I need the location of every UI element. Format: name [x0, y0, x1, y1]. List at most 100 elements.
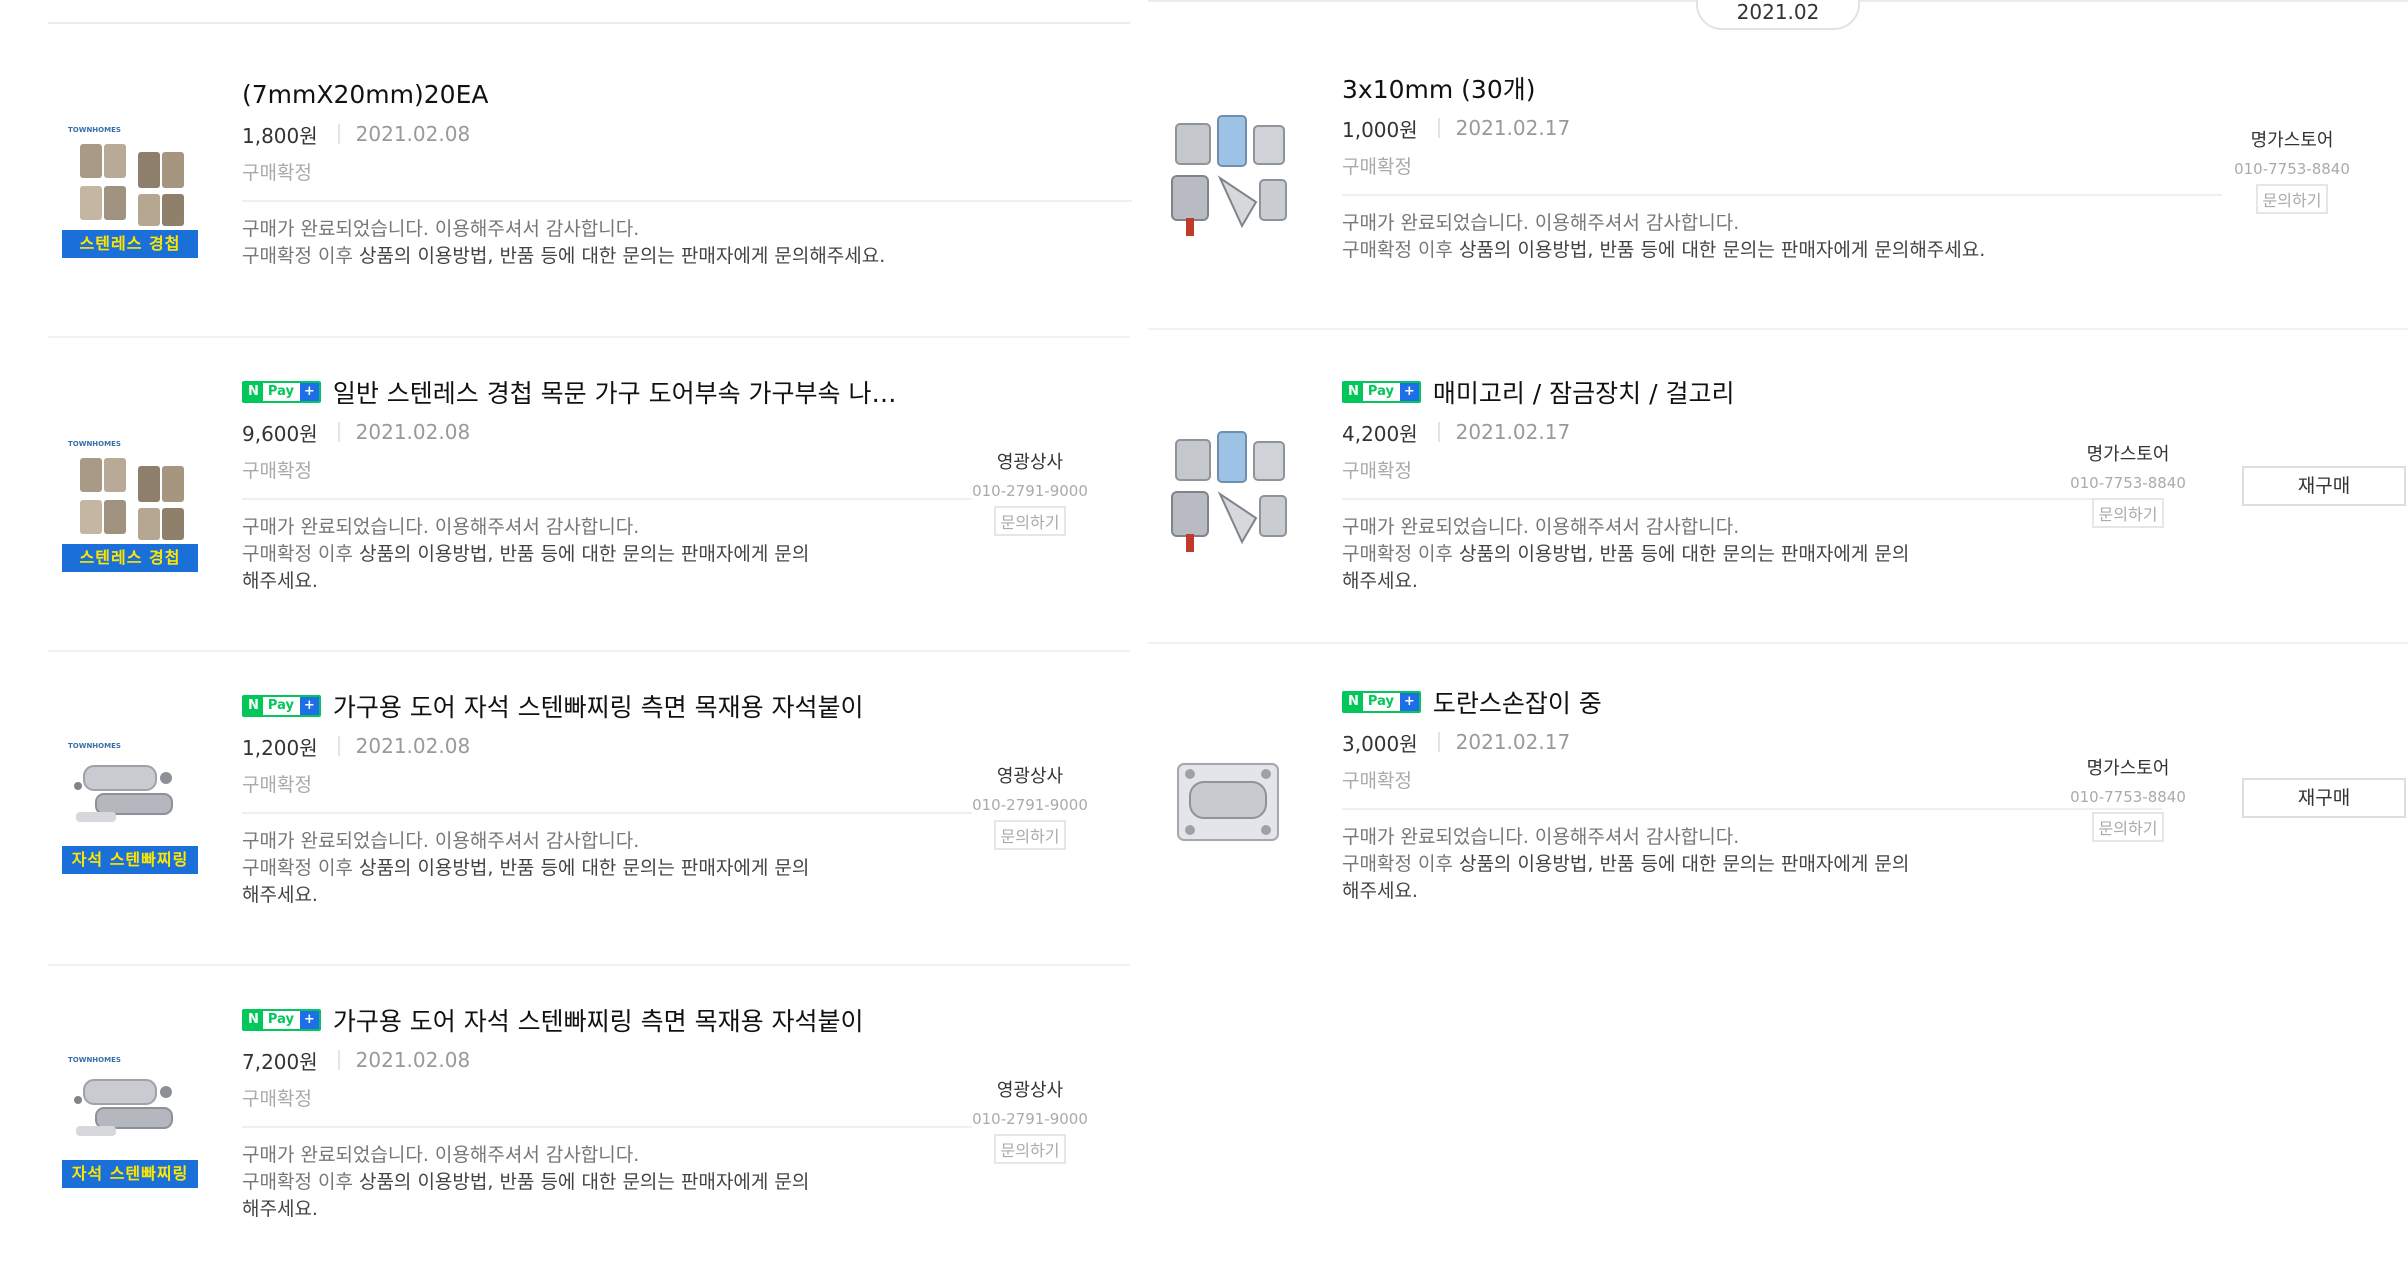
seller-info: 영광상사 010-2791-9000 문의하기	[960, 1076, 1100, 1164]
plus-icon: +	[299, 383, 319, 401]
seller-phone: 010-7753-8840	[2070, 788, 2186, 806]
message-emphasis: 해주세요.	[242, 1198, 318, 1220]
seller-name[interactable]: 명가스토어	[2058, 754, 2198, 780]
latch-image-icon	[1171, 431, 1287, 552]
plus-icon: +	[1399, 383, 1419, 401]
divider	[242, 200, 1132, 202]
seller-phone: 010-2791-9000	[972, 796, 1088, 814]
seller-name[interactable]: 명가스토어	[2222, 126, 2362, 152]
message-prefix: 구매확정 이후	[1342, 239, 1459, 261]
contact-seller-button[interactable]: 문의하기	[2091, 498, 2165, 528]
message-emphasis: 상품의 이용방법, 반품 등에 대한 문의는 판매자에게 문의해주세요.	[1458, 239, 1986, 261]
divider	[1437, 732, 1440, 752]
plus-icon: +	[299, 697, 319, 715]
order-item: TOWNHOMES 자석 스텐빠찌링 N Pay + 가구용 도어 자석 스텐빠찌링…	[48, 652, 1130, 966]
seller-name[interactable]: 영광상사	[960, 448, 1100, 474]
message-line: 해주세요.	[242, 1196, 972, 1223]
message-line: 해주세요.	[1342, 568, 2162, 595]
message-line: 구매가 완료되었습니다. 이용해주셔서 감사합니다.	[242, 516, 640, 538]
message-emphasis: 해주세요.	[242, 570, 318, 592]
product-thumbnail[interactable]	[1160, 106, 1296, 242]
message-emphasis: 해주세요.	[242, 884, 318, 906]
order-item: N Pay + 매미고리 / 잠금장치 / 걸고리 4,200원 2021.02.1…	[1148, 330, 2408, 644]
product-thumbnail[interactable]	[1160, 730, 1296, 866]
seller-phone: 010-2791-9000	[972, 482, 1088, 500]
npay-n-icon: N	[244, 1011, 263, 1029]
product-title[interactable]: 가구용 도어 자석 스텐빠찌링 측면 목재용 자석붙이	[333, 688, 864, 724]
order-date: 2021.02.17	[1455, 116, 1571, 140]
divider	[242, 498, 972, 500]
order-date: 2021.02.17	[1455, 730, 1571, 754]
order-message: 구매가 완료되었습니다. 이용해주셔서 감사합니다. 구매확정 이후 상품의 이…	[242, 1142, 972, 1223]
order-item: 3x10mm (30개) 1,000원 2021.02.17 구매확정 구매가 …	[1148, 2, 2408, 330]
hinge-image-icon	[80, 458, 184, 540]
order-message: 구매가 완료되었습니다. 이용해주셔서 감사합니다. 구매확정 이후 상품의 이…	[1342, 824, 2162, 905]
product-thumbnail[interactable]: TOWNHOMES 스텐레스 경첩	[62, 122, 198, 258]
price: 1,800원	[242, 123, 318, 148]
product-thumbnail[interactable]: TOWNHOMES 스텐레스 경첩	[62, 436, 198, 572]
product-thumbnail[interactable]	[1160, 422, 1296, 558]
contact-seller-button[interactable]: 문의하기	[993, 820, 1067, 850]
contact-seller-button[interactable]: 문의하기	[2091, 812, 2165, 842]
product-title[interactable]: 도란스손잡이 중	[1433, 684, 1602, 720]
message-emphasis: 해주세요.	[1342, 880, 1418, 902]
message-prefix: 구매확정 이후	[242, 857, 359, 879]
rebuy-button[interactable]: 재구매	[2242, 466, 2406, 506]
magnetic-catch-image-icon	[74, 1079, 173, 1136]
divider	[337, 422, 340, 442]
product-title[interactable]: 매미고리 / 잠금장치 / 걸고리	[1433, 374, 1735, 410]
product-thumbnail[interactable]: TOWNHOMES 자석 스텐빠찌링	[62, 738, 198, 874]
npay-label: Pay	[267, 384, 294, 399]
seller-info: 영광상사 010-2791-9000 문의하기	[960, 762, 1100, 850]
product-title[interactable]: 3x10mm (30개)	[1342, 70, 1535, 106]
rebuy-button[interactable]: 재구매	[2242, 778, 2406, 818]
npay-plus-badge: N Pay +	[1342, 691, 1421, 713]
message-prefix: 구매확정 이후	[242, 543, 359, 565]
npay-label: Pay	[267, 1012, 294, 1027]
order-status: 구매확정	[1342, 770, 1412, 792]
seller-name[interactable]: 명가스토어	[2058, 440, 2198, 466]
message-prefix: 구매확정 이후	[1342, 853, 1459, 875]
seller-name[interactable]: 영광상사	[960, 762, 1100, 788]
order-message: 구매가 완료되었습니다. 이용해주셔서 감사합니다. 구매확정 이후 상품의 이…	[242, 828, 972, 909]
seller-info: 명가스토어 010-7753-8840 문의하기	[2058, 440, 2198, 528]
contact-seller-button[interactable]: 문의하기	[2255, 184, 2329, 214]
divider	[242, 1126, 972, 1128]
message-line: 구매가 완료되었습니다. 이용해주셔서 감사합니다.	[242, 1144, 640, 1166]
order-date: 2021.02.08	[355, 420, 471, 444]
message-line: 해주세요.	[1342, 878, 2162, 905]
npay-n-icon: N	[1344, 693, 1363, 711]
message-prefix: 구매확정 이후	[1342, 543, 1459, 565]
magnetic-catch-image-icon	[74, 765, 173, 822]
order-message: 구매가 완료되었습니다. 이용해주셔서 감사합니다. 구매확정 이후 상품의 이…	[1342, 514, 2162, 595]
message-prefix: 구매확정 이후	[242, 1171, 359, 1193]
message-emphasis: 상품의 이용방법, 반품 등에 대한 문의는 판매자에게 문의	[1458, 543, 1910, 565]
message-line: 구매확정 이후 상품의 이용방법, 반품 등에 대한 문의는 판매자에게 문의	[1342, 541, 2162, 568]
price: 1,200원	[242, 735, 318, 760]
product-title[interactable]: 일반 스텐레스 경첩 목문 가구 도어부속 가구부속 나…	[333, 374, 897, 410]
order-status: 구매확정	[242, 1088, 312, 1110]
thumbnail-label: 스텐레스 경첩	[62, 544, 198, 572]
product-title[interactable]: 가구용 도어 자석 스텐빠찌링 측면 목재용 자석붙이	[333, 1002, 864, 1038]
divider	[337, 736, 340, 756]
thumbnail-brand: TOWNHOMES	[68, 742, 121, 750]
contact-seller-button[interactable]: 문의하기	[993, 506, 1067, 536]
product-thumbnail[interactable]: TOWNHOMES 자석 스텐빠찌링	[62, 1052, 198, 1188]
divider	[1342, 498, 2162, 500]
message-line: 구매가 완료되었습니다. 이용해주셔서 감사합니다.	[242, 830, 640, 852]
message-line: 구매확정 이후 상품의 이용방법, 반품 등에 대한 문의는 판매자에게 문의	[1342, 851, 2162, 878]
order-status: 구매확정	[1342, 156, 1412, 178]
order-date: 2021.02.08	[355, 1048, 471, 1072]
npay-plus-badge: N Pay +	[1342, 381, 1421, 403]
seller-phone: 010-7753-8840	[2234, 160, 2350, 178]
contact-seller-button[interactable]: 문의하기	[993, 1134, 1067, 1164]
order-message: 구매가 완료되었습니다. 이용해주셔서 감사합니다. 구매확정 이후 상품의 이…	[242, 514, 972, 595]
order-info: 3x10mm (30개) 1,000원 2021.02.17 구매확정 구매가 …	[1342, 70, 2222, 264]
seller-name[interactable]: 영광상사	[960, 1076, 1100, 1102]
seller-info: 명가스토어 010-7753-8840 문의하기	[2058, 754, 2198, 842]
thumbnail-brand: TOWNHOMES	[68, 126, 121, 134]
order-date: 2021.02.17	[1455, 420, 1571, 444]
price: 1,000원	[1342, 117, 1418, 142]
message-emphasis: 상품의 이용방법, 반품 등에 대한 문의는 판매자에게 문의	[358, 543, 810, 565]
product-title[interactable]: (7mmX20mm)20EA	[242, 80, 488, 109]
